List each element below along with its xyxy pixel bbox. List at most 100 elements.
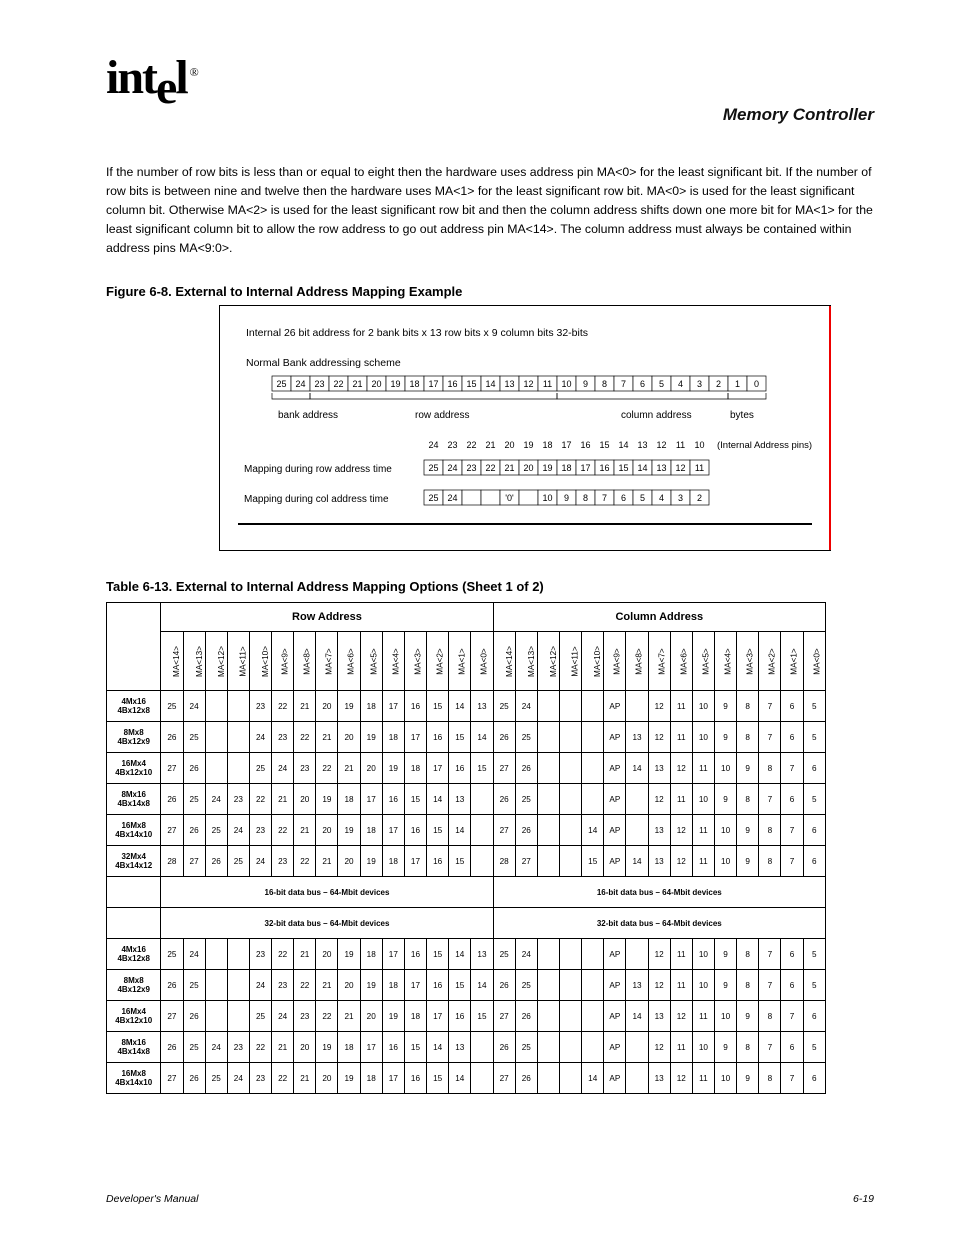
table-cell: 11 [670, 1032, 692, 1063]
table-subheader: 16-bit data bus – 64-Mbit devices [493, 877, 825, 908]
table-cell [560, 1063, 582, 1094]
svg-text:12: 12 [656, 440, 666, 450]
table-cell: 25 [161, 691, 183, 722]
col-header: MA<0> [803, 632, 825, 691]
svg-text:11: 11 [695, 463, 704, 473]
table-cell: 6 [781, 722, 803, 753]
col-header: MA<9> [272, 632, 294, 691]
table-cell: 15 [471, 1001, 493, 1032]
svg-text:3: 3 [697, 379, 702, 389]
svg-text:23: 23 [314, 379, 324, 389]
table-cell [537, 815, 559, 846]
table-cell: 7 [759, 1032, 781, 1063]
table-cell: 9 [737, 1063, 759, 1094]
table-cell: 17 [382, 939, 404, 970]
table-cell: 25 [249, 753, 271, 784]
table-cell: 25 [205, 1063, 227, 1094]
col-header: MA<13> [183, 632, 205, 691]
svg-text:24: 24 [295, 379, 305, 389]
table-cell: 24 [227, 1063, 249, 1094]
svg-text:18: 18 [409, 379, 419, 389]
table-cell: 17 [427, 753, 449, 784]
table-cell: 7 [781, 1001, 803, 1032]
table-cell: 6 [781, 691, 803, 722]
table-cell: 13 [626, 970, 648, 1001]
table-cell [537, 1032, 559, 1063]
table-cell: 24 [272, 753, 294, 784]
table-cell [626, 784, 648, 815]
table-cell: 25 [515, 784, 537, 815]
col-header: MA<8> [294, 632, 316, 691]
table-cell: 7 [781, 815, 803, 846]
table-cell: 8 [759, 815, 781, 846]
table-cell [560, 846, 582, 877]
table-cell: 10 [715, 846, 737, 877]
table-cell: 15 [427, 691, 449, 722]
intel-logo: intel® [106, 50, 874, 105]
svg-text:5: 5 [640, 493, 645, 503]
table-cell: 6 [803, 753, 825, 784]
table-cell: 12 [670, 753, 692, 784]
table-cell: AP [604, 970, 626, 1001]
table-cell: 19 [382, 1001, 404, 1032]
col-header: MA<12> [537, 632, 559, 691]
table-cell: 14 [626, 846, 648, 877]
table-cell [227, 1001, 249, 1032]
table-cell: 19 [360, 722, 382, 753]
table-cell: 14 [471, 722, 493, 753]
table-cell: 14 [471, 970, 493, 1001]
table-cell [537, 1001, 559, 1032]
table-cell: 20 [338, 722, 360, 753]
table-cell: 16 [382, 1032, 404, 1063]
svg-text:10: 10 [542, 493, 552, 503]
table-cell: 12 [648, 784, 670, 815]
table-cell: 5 [803, 722, 825, 753]
table-cell: 25 [183, 970, 205, 1001]
svg-text:12: 12 [675, 463, 685, 473]
table-cell: 16 [427, 846, 449, 877]
table-row-label: 8Mx16 4Bx14x8 [107, 1032, 161, 1063]
col-header: MA<0> [471, 632, 493, 691]
table-cell: 27 [161, 1001, 183, 1032]
table-row-label: 16Mx8 4Bx14x10 [107, 1063, 161, 1094]
svg-text:bank address: bank address [278, 410, 338, 421]
table-cell: 26 [515, 1001, 537, 1032]
table-cell: 23 [272, 970, 294, 1001]
table-cell: 15 [427, 815, 449, 846]
table-cell: 20 [338, 970, 360, 1001]
svg-text:9: 9 [583, 379, 588, 389]
table-cell: 15 [404, 1032, 426, 1063]
table-cell: 25 [161, 939, 183, 970]
table-cell: 10 [692, 784, 714, 815]
table-cell: 11 [692, 1001, 714, 1032]
table-cell: 26 [493, 722, 515, 753]
col-header: MA<10> [582, 632, 604, 691]
table-cell: 12 [670, 815, 692, 846]
table-cell: 10 [692, 970, 714, 1001]
chapter-title: Memory Controller [106, 105, 874, 125]
table-cell: 23 [249, 939, 271, 970]
table-cell: 26 [183, 753, 205, 784]
svg-text:14: 14 [637, 463, 647, 473]
table-cell: 25 [227, 846, 249, 877]
table-cell [537, 846, 559, 877]
table-cell: 27 [161, 815, 183, 846]
table-cell: 13 [449, 784, 471, 815]
table-cell [537, 753, 559, 784]
table-cell [205, 1001, 227, 1032]
svg-text:bytes: bytes [730, 410, 754, 421]
table-cell: 22 [294, 722, 316, 753]
table-cell: 27 [493, 753, 515, 784]
table-cell: AP [604, 846, 626, 877]
table-cell: 6 [803, 815, 825, 846]
body-paragraph: If the number of row bits is less than o… [106, 163, 874, 258]
table-cell [537, 939, 559, 970]
table-cell: 15 [449, 846, 471, 877]
table-cell: 8 [737, 970, 759, 1001]
table-cell: 14 [449, 691, 471, 722]
table-cell: 18 [360, 815, 382, 846]
table-cell [560, 784, 582, 815]
svg-text:Mapping during row address tim: Mapping during row address time [244, 464, 392, 475]
table-cell [471, 815, 493, 846]
table-cell: 24 [249, 722, 271, 753]
